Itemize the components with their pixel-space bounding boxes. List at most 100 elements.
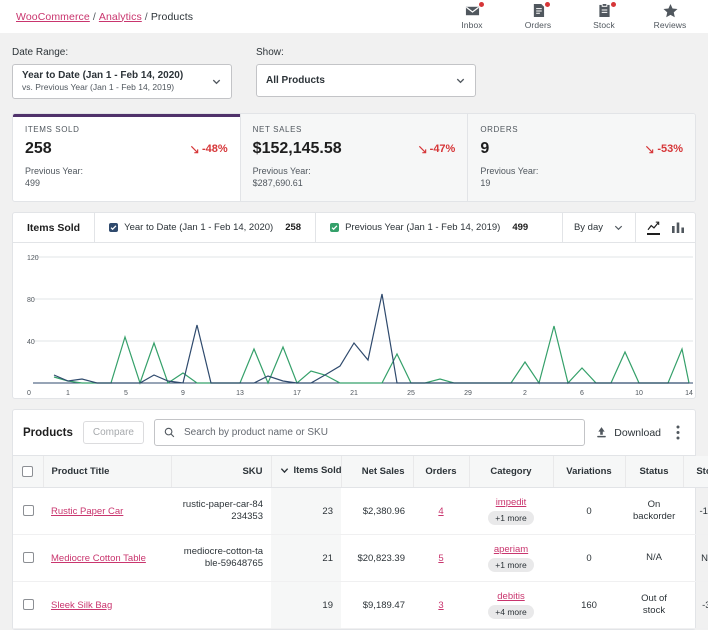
activity-item-reviews[interactable]: Reviews (650, 3, 690, 30)
orders-link[interactable]: 3 (438, 600, 443, 611)
breadcrumb-separator-2: / (144, 10, 148, 23)
xtick-17: 17 (293, 390, 301, 397)
cell-items-sold: 21 (271, 534, 341, 582)
chart-legend-previous[interactable]: Previous Year (Jan 1 - Feb 14, 2019) 499 (315, 213, 542, 242)
orders-link[interactable]: 5 (438, 553, 443, 564)
summary-previous-label: Previous Year: (25, 166, 84, 176)
search-input[interactable] (181, 426, 576, 439)
column-header-category[interactable]: Category (468, 456, 553, 488)
chevron-down-icon (456, 78, 465, 84)
column-header-stock[interactable]: Stock (682, 456, 708, 488)
sort-descending-icon (280, 468, 288, 474)
activity-item-inbox[interactable]: Inbox (452, 2, 492, 30)
category-link[interactable]: aperiam (494, 544, 528, 555)
summary-previous: Previous Year: 499 (25, 165, 228, 189)
sku-value: mediocre-cotton-table-59648765 (183, 546, 263, 569)
status-value: Out of stock (641, 593, 667, 616)
column-header-status[interactable]: Status (624, 456, 683, 488)
column-header-net-sales[interactable]: Net Sales (340, 456, 413, 488)
chart-type-toggle (635, 213, 695, 242)
xtick-21: 21 (350, 390, 358, 397)
summary-delta-value: -47% (429, 143, 456, 155)
summary-previous-label: Previous Year: (480, 166, 539, 176)
chart-interval-value: By day (573, 222, 603, 233)
cell-orders: 3 (413, 581, 469, 629)
compare-button[interactable]: Compare (82, 421, 144, 444)
products-table-title: Products (23, 426, 73, 439)
legend-checkbox-previous[interactable] (330, 223, 340, 232)
cell-stock: N/A (683, 534, 708, 582)
product-title-link[interactable]: Rustic Paper Car (51, 506, 123, 517)
bar-chart-icon[interactable] (672, 222, 684, 233)
chart-title: Items Sold (27, 221, 81, 234)
column-header-orders[interactable]: Orders (412, 456, 469, 488)
cell-variations: 0 (553, 487, 625, 535)
more-menu-icon[interactable] (671, 425, 685, 440)
line-chart-icon[interactable] (647, 221, 660, 235)
column-header-items-sold[interactable]: Items Sold (270, 456, 342, 488)
breadcrumb-separator-1: / (92, 10, 96, 23)
legend-checkbox-current[interactable] (109, 223, 119, 232)
products-table-body: Rustic Paper Car rustic-paper-car-842343… (13, 487, 708, 629)
orders-link[interactable]: 4 (438, 506, 443, 517)
category-more-badge[interactable]: +4 more (488, 605, 534, 619)
activity-label-reviews: Reviews (653, 20, 687, 30)
cell-product-title: Rustic Paper Car (43, 487, 171, 535)
orders-badge (545, 2, 550, 7)
summary-delta: -48% (190, 143, 228, 155)
chart-legend-current[interactable]: Year to Date (Jan 1 - Feb 14, 2020) 258 (94, 213, 315, 242)
check-icon (110, 225, 117, 231)
table-row: Sleek Silk Bag 19 $9,189.47 3 debitis +4… (13, 581, 708, 629)
summary-title: NET SALES (252, 125, 302, 134)
cell-items-sold: 19 (271, 581, 341, 629)
legend-label-previous: Previous Year (Jan 1 - Feb 14, 2019) (345, 222, 501, 233)
products-table-toolbar: Products Compare Download (13, 410, 695, 456)
summary-previous: Previous Year: $287,690.61 (253, 165, 456, 189)
status-value: N/A (646, 552, 662, 563)
summary-cards: ITEMS SOLD 258 -48% Previous Year: 499 N… (12, 113, 696, 202)
chart-svg: 120 80 40 0 1 5 9 13 17 21 25 29 2 6 10 … (27, 255, 693, 397)
download-icon (597, 427, 607, 438)
legend-label-current: Year to Date (Jan 1 - Feb 14, 2020) (124, 222, 274, 233)
date-range-select[interactable]: Year to Date (Jan 1 - Feb 14, 2020) vs. … (12, 64, 232, 99)
show-select[interactable]: All Products (256, 64, 476, 97)
category-more-badge[interactable]: +1 more (488, 558, 534, 572)
product-title-link[interactable]: Mediocre Cotton Table (51, 553, 146, 564)
summary-previous-value: 19 (480, 178, 491, 188)
column-header-product-title[interactable]: Product Title (42, 456, 171, 488)
cell-net-sales: $20,823.39 (341, 534, 413, 582)
cell-net-sales: $9,189.47 (341, 581, 413, 629)
summary-card-orders[interactable]: ORDERS 9 -53% Previous Year: 19 (467, 114, 695, 201)
summary-card-items-sold[interactable]: ITEMS SOLD 258 -48% Previous Year: 499 (13, 114, 240, 201)
top-bar: WooCommerce / Analytics / Products Inbox Ord… (0, 0, 708, 33)
breadcrumb-woocommerce[interactable]: WooCommerce (16, 11, 90, 23)
chart-interval-select[interactable]: By day (561, 213, 635, 242)
xtick-13: 13 (236, 390, 244, 397)
breadcrumb-analytics[interactable]: Analytics (99, 11, 142, 23)
search-box[interactable] (153, 419, 586, 446)
category-link[interactable]: impedit (496, 497, 527, 508)
activity-item-orders[interactable]: Orders (518, 2, 558, 30)
summary-title: ORDERS (480, 125, 519, 134)
ytick-80: 80 (27, 297, 35, 304)
row-checkbox[interactable] (22, 552, 34, 564)
category-more-badge[interactable]: +1 more (488, 511, 534, 525)
row-checkbox[interactable] (22, 599, 34, 611)
summary-previous: Previous Year: 19 (480, 165, 683, 189)
select-all-checkbox[interactable] (22, 465, 34, 477)
inbox-icon (452, 2, 492, 18)
summary-previous-label: Previous Year: (252, 166, 311, 176)
column-header-variations[interactable]: Variations (552, 456, 625, 488)
column-header-sku[interactable]: SKU (170, 456, 271, 488)
product-title-link[interactable]: Sleek Silk Bag (51, 600, 112, 611)
summary-card-net-sales[interactable]: NET SALES $152,145.58 -47% Previous Year… (239, 114, 468, 201)
row-select-cell (13, 581, 43, 629)
summary-delta: -47% (418, 143, 456, 155)
row-checkbox[interactable] (22, 505, 34, 517)
xtick-25: 25 (407, 390, 415, 397)
chevron-down-icon (614, 225, 623, 231)
filters-row: Date Range: Year to Date (Jan 1 - Feb 14… (10, 33, 698, 109)
cell-items-sold: 23 (271, 487, 341, 535)
download-button[interactable]: Download (595, 426, 661, 439)
activity-item-stock[interactable]: Stock (584, 2, 624, 30)
